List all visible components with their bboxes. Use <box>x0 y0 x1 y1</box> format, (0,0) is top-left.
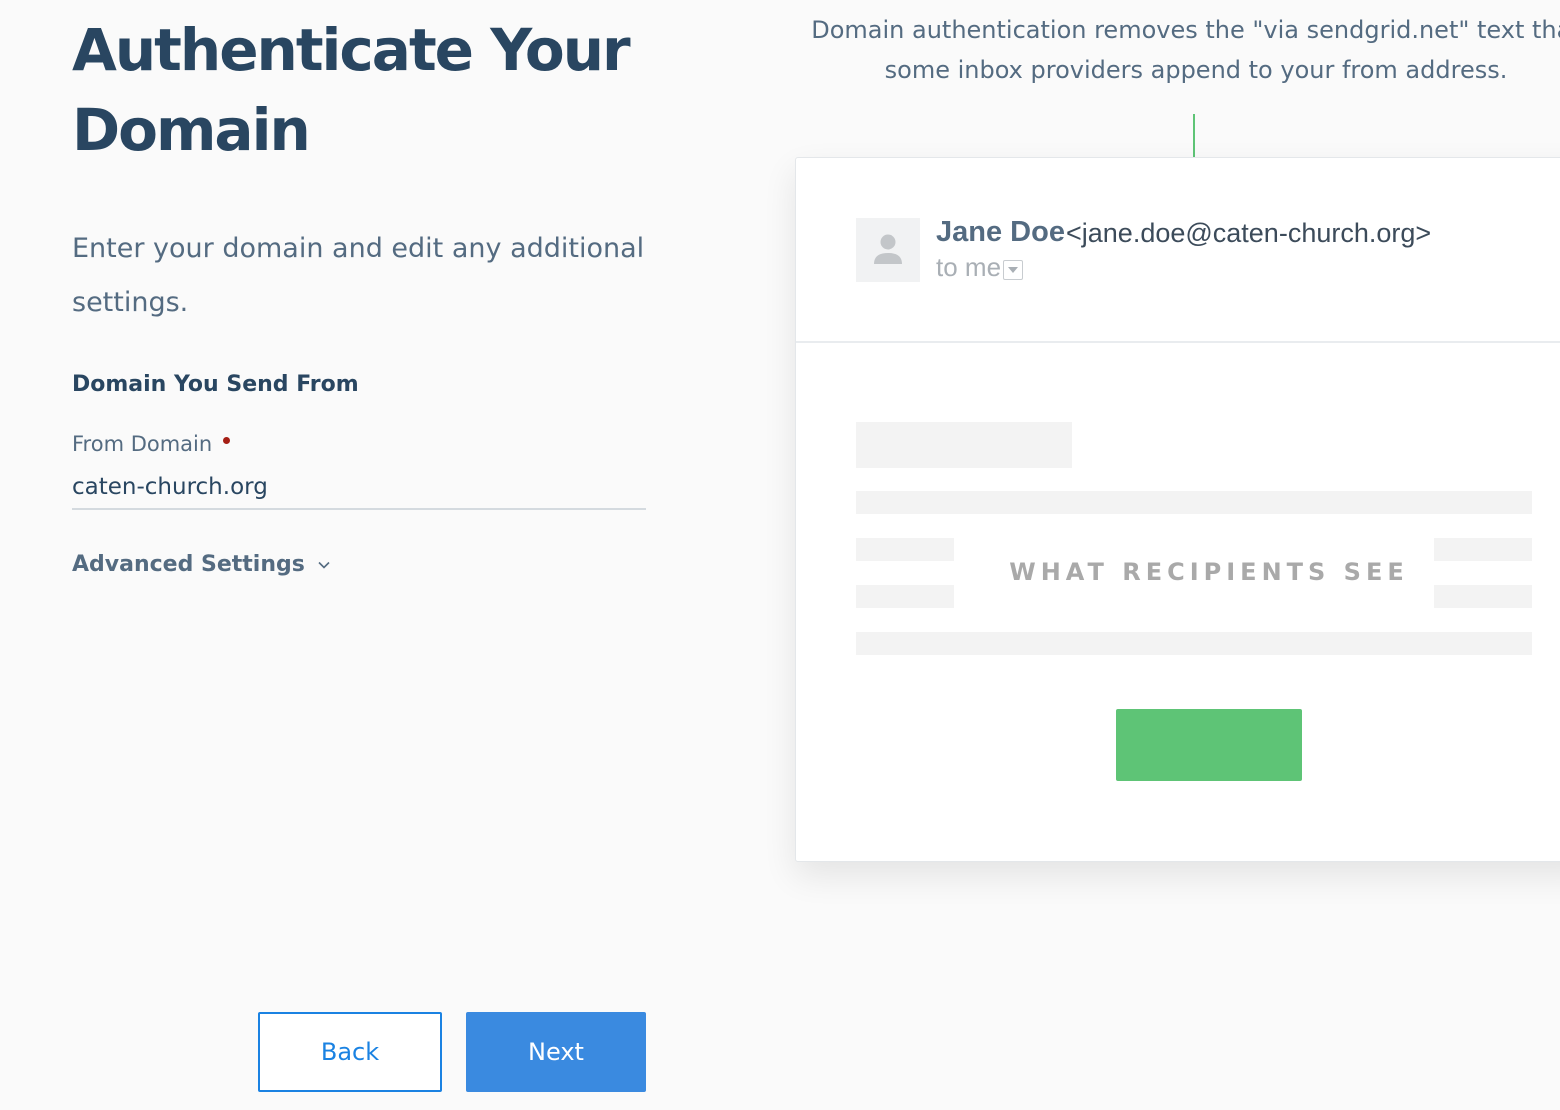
placeholder-cta-button <box>1116 709 1302 781</box>
recipient-row: to me <box>936 252 1024 283</box>
sender-email: <jane.doe@caten-church.org> <box>1066 218 1432 248</box>
callout-text: Domain authentication removes the "via s… <box>811 16 1560 84</box>
advanced-settings-toggle[interactable]: Advanced Settings <box>72 552 331 577</box>
recipient-dropdown-icon <box>1003 259 1024 280</box>
from-domain-label-row: From Domain <box>72 432 231 456</box>
next-button[interactable]: Next <box>466 1012 646 1092</box>
recipient-text: to me <box>936 252 1002 282</box>
placeholder-line <box>1434 585 1532 608</box>
avatar <box>856 218 920 282</box>
person-icon <box>874 234 902 264</box>
email-header-divider <box>796 341 1560 343</box>
placeholder-heading-bar <box>856 422 1072 468</box>
preview-caption: WHAT RECIPIENTS SEE <box>1009 558 1409 586</box>
placeholder-line <box>856 585 954 608</box>
required-indicator <box>223 436 231 444</box>
advanced-settings-label: Advanced Settings <box>72 552 305 577</box>
back-button[interactable]: Back <box>258 1012 442 1092</box>
section-heading: Domain You Send From <box>72 372 359 397</box>
intro-text: Enter your domain and edit any additiona… <box>72 233 645 318</box>
page-title: Authenticate Your Domain <box>72 16 631 164</box>
email-preview-card: Jane Doe <jane.doe@caten-church.org> to … <box>795 157 1560 862</box>
placeholder-line <box>856 538 954 561</box>
from-domain-label: From Domain <box>72 432 213 456</box>
placeholder-line <box>856 632 1532 655</box>
sender-name: Jane Doe <box>936 216 1065 248</box>
placeholder-line <box>856 491 1532 514</box>
from-domain-input[interactable] <box>72 466 646 510</box>
caret-down-icon <box>1008 266 1019 273</box>
chevron-down-icon <box>318 561 330 569</box>
